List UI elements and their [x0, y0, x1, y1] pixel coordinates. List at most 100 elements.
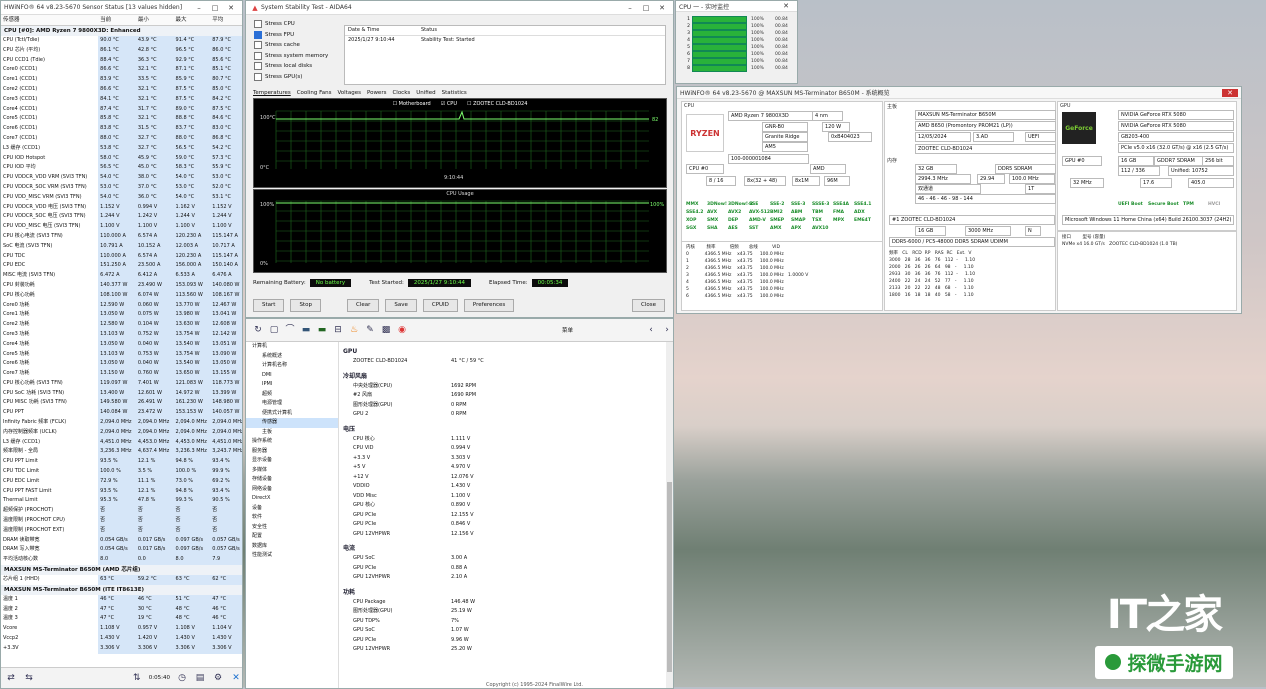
sensor-row[interactable]: Core5 (CCD1) 85.8 °C 32.1 °C 88.8 °C 84.6 °C: [1, 114, 242, 125]
tree-item[interactable]: 便携式计算机: [246, 409, 338, 419]
tree-item[interactable]: 安全性: [246, 523, 338, 533]
sensor-item[interactable]: +3.3 V 3.303 V: [341, 454, 665, 464]
save-button[interactable]: Save: [385, 299, 417, 312]
stress-option[interactable]: Stress system memory: [246, 51, 341, 62]
sensor-item[interactable]: GPU 12VHPWR 12.156 V: [341, 530, 665, 540]
tree-item[interactable]: 系统概述: [246, 352, 338, 362]
tree-item[interactable]: DirectX: [246, 494, 338, 504]
sensor-item[interactable]: +5 V 4.970 V: [341, 463, 665, 473]
sensor-row[interactable]: Infinity Fabric 频率 (FCLK) 2,094.0 MHz 2,09…: [1, 418, 242, 428]
sensor-row[interactable]: CPU SoC 功耗 (SVI3 TFN) 13.400 W 12.601 W 14.…: [1, 388, 242, 399]
checkbox[interactable]: [254, 41, 262, 50]
stability-titlebar[interactable]: ▲ System Stability Test - AIDA64 – □ ✕: [246, 1, 673, 15]
sensor-row[interactable]: Thermal Limit 95.3 % 47.8 % 99.3 % 90.5 %: [1, 496, 242, 507]
table-row[interactable]: 2025/1/27 9:10:44 Stability Test: Starte…: [345, 36, 665, 45]
arrows-left-right-icon[interactable]: ⇄: [5, 672, 17, 684]
sensor-row[interactable]: Core2 功耗 12.580 W 0.104 W 13.630 W 12.608 W: [1, 320, 242, 330]
tree-item[interactable]: 计算机: [246, 342, 338, 352]
sensor-section-header[interactable]: MAXSUN MS-Terminator B650M (ITE IT8613E): [1, 584, 242, 595]
sensor-row[interactable]: CPU 核心功耗 (SVI3 TFN) 119.097 W 7.401 W 121.0…: [1, 378, 242, 389]
sensor-row[interactable]: CPU MISC 功耗 (SVI3 TFN) 149.580 W 26.491 W1…: [1, 398, 242, 409]
tab[interactable]: Clocks: [392, 90, 410, 96]
sensor-row[interactable]: CPU VDD_MISC VRM (SVI3 TFN) 54.0 °C 36.0 °…: [1, 192, 242, 203]
chip-icon[interactable]: ▩: [380, 324, 392, 336]
wrench-icon[interactable]: ⌒: [284, 324, 296, 336]
col-status[interactable]: Status: [418, 26, 437, 35]
tools-icon[interactable]: ✎: [364, 324, 376, 336]
sensor-row[interactable]: Core1 (CCD1) 83.9 °C 33.5 °C 85.9 °C 80.7 °C: [1, 75, 242, 85]
sensor-row[interactable]: L3 缓存 (CCD1) 53.8 °C 32.7 °C 56.5 °C 54.2 °C: [1, 143, 242, 154]
sensor-row[interactable]: DRAM 读取带宽 0.054 GB/s 0.017 GB/s 0.097 GB/s 0…: [1, 535, 242, 546]
col-current[interactable]: 当前: [98, 15, 136, 25]
sensor-item[interactable]: 图形处理器(GPU) 25.19 W: [341, 607, 665, 617]
sensor-section-header[interactable]: CPU [#0]: AMD Ryzen 7 9800X3D: Enhanced: [1, 26, 242, 36]
sensor-row[interactable]: +3.3V 3.306 V 3.306 V 3.306 V 3.306 V: [1, 643, 242, 654]
tree-item[interactable]: 传感器: [246, 418, 338, 428]
checkbox[interactable]: [254, 30, 262, 39]
sensor-row[interactable]: CPU IOD 平均 56.5 °C 45.0 °C 58.3 °C 55.9 °C: [1, 163, 242, 174]
sensor-row[interactable]: CPU (Tctl/Tdie) 90.0 °C 43.9 °C 91.4 °C 87.9…: [1, 36, 242, 46]
close-button[interactable]: Close: [632, 299, 665, 312]
sensor-row[interactable]: CPU 芯片 (平均) 86.1 °C 42.8 °C 96.5 °C 86.0 °C: [1, 45, 242, 56]
tree-item[interactable]: 网络设备: [246, 485, 338, 495]
legend-cpu[interactable]: ☑ CPU: [441, 101, 457, 107]
mem-slot-select[interactable]: #1 ZOOTEC CLD-BD1024: [889, 215, 1055, 225]
close-icon[interactable]: ✕: [223, 4, 239, 12]
sensor-item[interactable]: CPU 核心 1.111 V: [341, 435, 665, 445]
clear-button[interactable]: Clear: [346, 299, 380, 312]
maximize-icon[interactable]: □: [638, 4, 654, 12]
stress-option[interactable]: Stress local disks: [246, 61, 341, 72]
sensor-row[interactable]: Core2 (CCD1) 86.6 °C 32.1 °C 87.5 °C 85.0 °C: [1, 84, 242, 95]
tree-item[interactable]: 服务器: [246, 447, 338, 457]
tree-item[interactable]: 计算机名称: [246, 361, 338, 371]
start-button[interactable]: Start: [253, 299, 285, 312]
sensor-row[interactable]: 平均活动核心数 8.0 0.0 8.0 7.9: [1, 555, 242, 566]
menu-label[interactable]: 菜单: [562, 326, 573, 334]
sensor-row[interactable]: 温度限制 (PROCHOT CPU) 否否否否: [1, 516, 242, 526]
sensor-item[interactable]: GPU 12VHPWR 2.10 A: [341, 573, 665, 583]
sensor-item[interactable]: CPU VID 0.994 V: [341, 444, 665, 454]
stress-option[interactable]: Stress GPU(s): [246, 72, 341, 83]
sensor-row[interactable]: 超频保护 (PROCHOT) 否否否否: [1, 506, 242, 517]
sensor-item[interactable]: +12 V 12.076 V: [341, 473, 665, 483]
sensor-row[interactable]: MISC 电流 (SVI3 TFN) 6.472 A 6.412 A 6.533 A6…: [1, 271, 242, 281]
sensor-row[interactable]: Core1 功耗 13.050 W 0.075 W 13.980 W 13.041 W: [1, 310, 242, 321]
sensor-row[interactable]: Core3 (CCD1) 84.1 °C 32.1 °C 87.5 °C 84.2 °C: [1, 94, 242, 105]
sensor-item[interactable]: GPU PCIe 12.155 V: [341, 511, 665, 521]
cpu-monitor-titlebar[interactable]: CPU 一 - 实时监控 ✕: [676, 1, 797, 12]
sensor-item[interactable]: GPU 2 0 RPM: [341, 410, 665, 420]
tree-item[interactable]: DMI: [246, 371, 338, 381]
sensor-row[interactable]: Core3 功耗 13.103 W 0.752 W 13.754 W 12.142 W: [1, 329, 242, 340]
network-icon[interactable]: ▬: [316, 324, 328, 336]
collapse-icon[interactable]: ‹: [645, 324, 657, 336]
sensor-row[interactable]: Vccp2 1.430 V 1.420 V 1.430 V 1.430 V: [1, 634, 242, 644]
close-icon[interactable]: ✕: [778, 2, 794, 10]
sensor-item[interactable]: GPU TDP% 7%: [341, 617, 665, 627]
minimize-icon[interactable]: –: [622, 4, 638, 12]
sensor-row[interactable]: Core5 功耗 13.103 W 0.753 W 13.754 W 13.090 W: [1, 349, 242, 360]
stress-option[interactable]: Stress cache: [246, 40, 341, 51]
cpu-select[interactable]: CPU #0: [686, 164, 724, 174]
sensor-row[interactable]: CPU TDC 110.000 A 6.574 A 120.230 A 115.147 …: [1, 251, 242, 262]
globe-icon[interactable]: ◉: [396, 324, 408, 336]
scrollbar-thumb[interactable]: [667, 482, 672, 672]
sensor-item[interactable]: 中央处理器(CPU) 1692 RPM: [341, 382, 665, 392]
tree-item[interactable]: 软件: [246, 513, 338, 523]
sensor-row[interactable]: CPU VDDCR_VDD 电压 (SVI3 TFN) 1.152 V 0.994 …: [1, 202, 242, 213]
tree-item[interactable]: 设备: [246, 504, 338, 514]
close-sensors-icon[interactable]: ✕: [230, 672, 242, 684]
tree-item[interactable]: 超频: [246, 390, 338, 400]
sensor-row[interactable]: CPU TDC Limit 100.0 % 3.5 % 100.0 % 99.9 %: [1, 467, 242, 477]
report-icon[interactable]: ▤: [194, 672, 206, 684]
network-icon[interactable]: ⇅: [131, 672, 143, 684]
close-icon[interactable]: ✕: [1222, 88, 1238, 97]
monitor-icon[interactable]: ▬: [300, 324, 312, 336]
sensor-item[interactable]: GPU SoC 1.07 W: [341, 626, 665, 636]
sensor-item[interactable]: 图形处理器(GPU) 0 RPM: [341, 401, 665, 411]
sensor-row[interactable]: DRAM 写入带宽 0.054 GB/s 0.017 GB/s 0.097 GB/s 0…: [1, 545, 242, 556]
sensor-row[interactable]: Core0 (CCD1) 86.6 °C 32.1 °C 87.1 °C 85.1 °C: [1, 65, 242, 76]
sensor-row[interactable]: CPU 核心功耗 108.100 W 6.074 W 113.560 W 108.167…: [1, 290, 242, 301]
sensor-row[interactable]: 频率限制 - 全局 3,236.3 MHz 4,637.4 MHz 3,236.3 M…: [1, 447, 242, 458]
sensor-row[interactable]: 温度限制 (PROCHOT EXT) 否否否否: [1, 525, 242, 536]
tab[interactable]: Statistics: [442, 90, 467, 96]
